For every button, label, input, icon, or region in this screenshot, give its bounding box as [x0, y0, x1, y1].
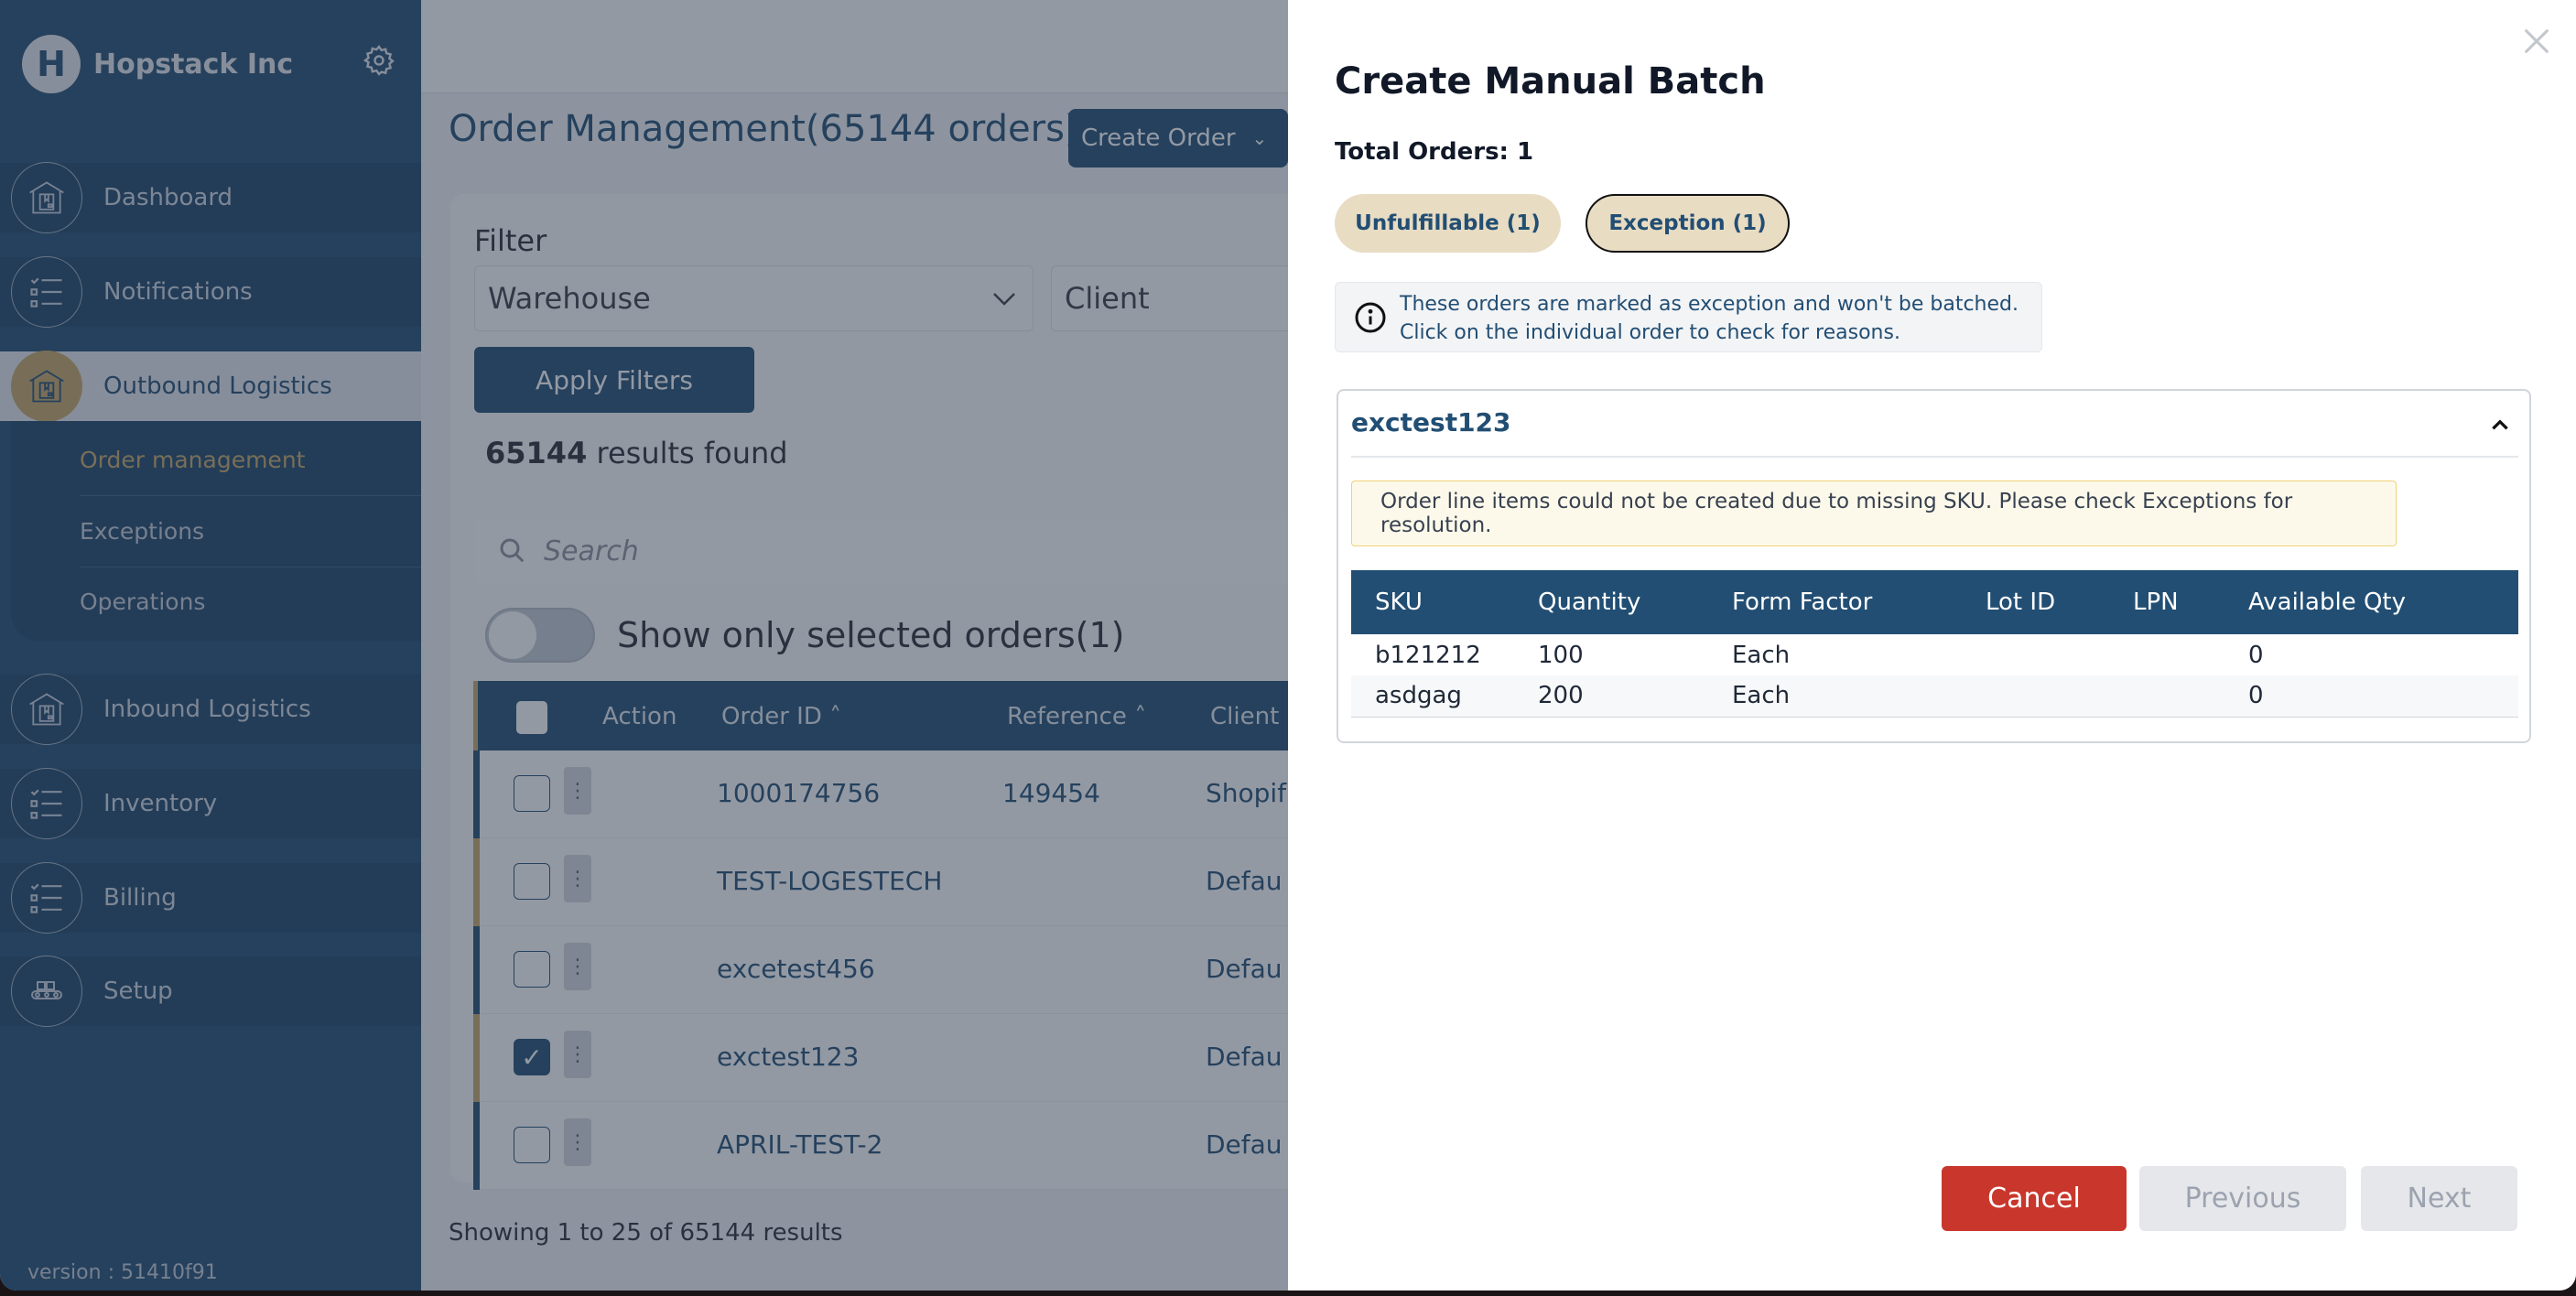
line-item-cell: 100: [1514, 634, 1708, 675]
line-item-cell: [2109, 634, 2224, 675]
info-text: These orders are marked as exception and…: [1400, 290, 2019, 347]
line-items-header: SKU Quantity Form Factor Lot ID LPN Available…: [1351, 570, 2518, 634]
line-item-cell: b121212: [1351, 634, 1514, 675]
card-divider: [1351, 456, 2518, 458]
missing-sku-warning: Order line items could not be created du…: [1351, 481, 2397, 546]
line-item-cell: [1962, 675, 2109, 718]
total-orders: Total Orders: 1: [1335, 138, 1534, 166]
line-items-column: Quantity: [1514, 570, 1708, 634]
tab-unfulfillable[interactable]: Unfulfillable (1): [1335, 194, 1561, 253]
line-item-cell: [2109, 675, 2224, 718]
info-line-2: Click on the individual order to check f…: [1400, 321, 1900, 344]
next-button[interactable]: Next: [2361, 1166, 2517, 1231]
line-item-cell: 200: [1514, 675, 1708, 718]
exception-info-box: These orders are marked as exception and…: [1335, 282, 2042, 352]
line-items-table: SKU Quantity Form Factor Lot ID LPN Available…: [1351, 570, 2518, 718]
line-item-row: asdgag 200 Each 0: [1351, 675, 2518, 718]
line-items-column: Available Qty: [2224, 570, 2518, 634]
line-item-cell: [1962, 634, 2109, 675]
line-item-cell: asdgag: [1351, 675, 1514, 718]
line-items-column: LPN: [2109, 570, 2224, 634]
order-card-title[interactable]: exctest123: [1351, 407, 1511, 437]
chevron-up-icon[interactable]: [2488, 413, 2512, 437]
close-icon[interactable]: [2521, 26, 2552, 57]
line-item-cell: Each: [1708, 675, 1962, 718]
line-item-row: b121212 100 Each 0: [1351, 634, 2518, 675]
line-item-cell: 0: [2224, 634, 2518, 675]
info-line-1: These orders are marked as exception and…: [1400, 293, 2019, 316]
tab-exception[interactable]: Exception (1): [1586, 194, 1790, 253]
cancel-button[interactable]: Cancel: [1942, 1166, 2127, 1231]
line-items-column: SKU: [1351, 570, 1514, 634]
line-item-cell: Each: [1708, 634, 1962, 675]
line-items-column: Form Factor: [1708, 570, 1962, 634]
line-item-cell: 0: [2224, 675, 2518, 718]
order-exception-card: exctest123 Order line items could not be…: [1337, 389, 2531, 743]
previous-button[interactable]: Previous: [2139, 1166, 2346, 1231]
info-icon: [1355, 302, 1386, 333]
line-items-body: b121212 100 Each 0 asdgag 200 Each 0: [1351, 634, 2518, 718]
modal-title: Create Manual Batch: [1335, 60, 1766, 103]
line-items-column: Lot ID: [1962, 570, 2109, 634]
